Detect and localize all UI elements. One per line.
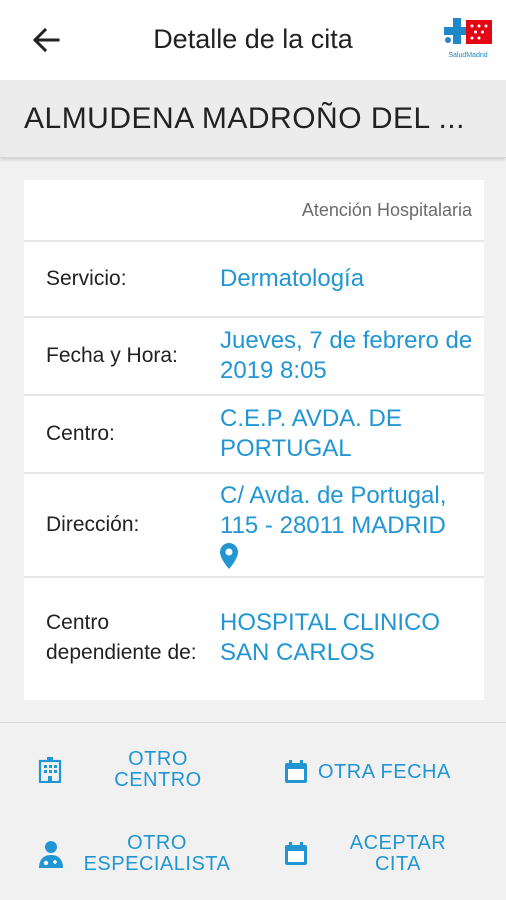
detail-row-address[interactable]: Dirección: C/ Avda. de Portugal, 115 - 2… — [24, 474, 484, 578]
service-value: Dermatología — [220, 265, 365, 292]
other-specialist-button[interactable]: OTRO ESPECIALISTA — [38, 831, 248, 877]
address-text: C/ Avda. de Portugal, 115 - 28011 MADRID — [220, 482, 447, 539]
patient-name-bar: ALMUDENA MADROÑO DEL ... — [0, 80, 506, 158]
appointment-card: Atención Hospitalaria Servicio: Dermatol… — [24, 180, 484, 700]
hospital-icon — [38, 757, 62, 783]
map-pin-icon[interactable] — [220, 543, 238, 569]
accept-appointment-button[interactable]: ACEPTAR CITA — [284, 831, 484, 877]
other-specialist-label: OTRO ESPECIALISTA — [83, 832, 231, 875]
detail-row-center: Centro: C.E.P. AVDA. DE PORTUGAL — [24, 396, 484, 474]
doctor-icon — [39, 841, 63, 868]
logo-text: SaludMadrid — [448, 52, 488, 59]
detail-row-dependent-center: Centro dependiente de: HOSPITAL CLINICO … — [24, 578, 484, 698]
app-bar: Detalle de la cita SaludMadrid — [0, 0, 506, 80]
accept-appointment-label: ACEPTAR CITA — [349, 832, 447, 875]
care-category: Atención Hospitalaria — [24, 180, 484, 242]
page-title: Detalle de la cita — [153, 24, 353, 54]
calendar-icon — [285, 760, 307, 783]
other-center-button[interactable]: OTRO CENTRO — [38, 747, 248, 793]
row-label: Servicio: — [46, 267, 127, 290]
salud-madrid-logo: SaludMadrid — [440, 18, 496, 62]
patient-name: ALMUDENA MADROÑO DEL ... — [24, 102, 465, 135]
other-center-label: OTRO CENTRO — [114, 748, 202, 791]
center-value: C.E.P. AVDA. DE PORTUGAL — [220, 405, 402, 462]
row-label: Centro dependiente de: — [46, 611, 197, 664]
action-bar: OTRO CENTRO OTRA FECHA OTRO ESPECIALISTA… — [0, 722, 506, 900]
detail-row-datetime: Fecha y Hora: Jueves, 7 de febrero de 20… — [24, 318, 484, 396]
address-value[interactable]: C/ Avda. de Portugal, 115 - 28011 MADRID — [220, 481, 484, 569]
row-label: Centro: — [46, 422, 115, 445]
row-label: Dirección: — [46, 513, 140, 536]
other-date-label: OTRA FECHA — [318, 760, 451, 783]
calendar-icon — [285, 842, 307, 865]
logo-icon — [444, 18, 492, 44]
row-label: Fecha y Hora: — [46, 344, 178, 367]
dependent-center-value: HOSPITAL CLINICO SAN CARLOS — [220, 609, 441, 666]
other-date-button[interactable]: OTRA FECHA — [284, 757, 484, 787]
detail-row-service: Servicio: Dermatología — [24, 242, 484, 318]
datetime-value: Jueves, 7 de febrero de 2019 8:05 — [220, 327, 473, 384]
